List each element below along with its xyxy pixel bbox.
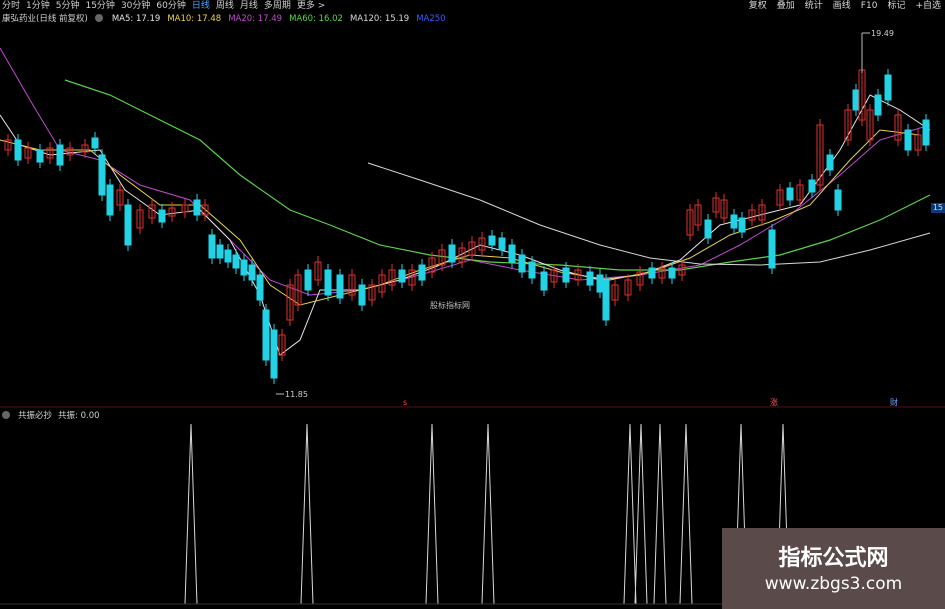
candle-body (336, 274, 344, 299)
site-watermark-title: 指标公式网 (778, 546, 889, 571)
candle-body (91, 137, 99, 149)
candle-body (826, 154, 834, 171)
signal-spike (425, 423, 439, 605)
candle-body (808, 179, 816, 193)
candle-body (488, 235, 496, 246)
candle-body (418, 264, 426, 281)
event-marker-1[interactable]: 涨 (770, 397, 778, 408)
candle-body (904, 129, 912, 151)
event-marker-2[interactable]: 财 (890, 397, 898, 408)
center-watermark: 股标指标网 (430, 301, 470, 310)
candle-body (648, 267, 656, 279)
candle-body (874, 94, 882, 116)
candle-body (884, 74, 892, 101)
candle-body (14, 139, 22, 161)
site-watermark-url: www.zbgs3.com (764, 574, 903, 594)
candle-body (398, 269, 406, 283)
candle-body (834, 189, 842, 211)
candle-body (262, 309, 270, 361)
candle-body (768, 229, 776, 269)
sub-settings-icon[interactable] (2, 410, 12, 422)
sub-indicator-value: 共振: 0.00 (58, 411, 100, 421)
candle-body (240, 259, 248, 276)
candle-body (596, 274, 604, 293)
current-price-tag: 15 (930, 203, 945, 213)
signal-spike (679, 423, 693, 605)
candle-body (852, 89, 860, 111)
candle-body (738, 217, 746, 233)
candle-body (304, 269, 312, 291)
candle-body (208, 234, 216, 259)
low-price-label: 11.85 (285, 390, 308, 399)
candle-body (158, 209, 166, 223)
candle-body (730, 214, 738, 229)
candle-body (256, 274, 264, 301)
candle-body (324, 269, 332, 296)
candle-body (528, 261, 536, 279)
signal-spike (300, 423, 314, 605)
candle-body (124, 204, 132, 246)
event-marker-3[interactable]: s (403, 398, 407, 407)
candle-body (358, 284, 366, 306)
high-price-label: 19.49 (871, 29, 894, 38)
candle-body (36, 149, 44, 163)
sub-indicator-name[interactable]: 共振必抄 (18, 410, 52, 422)
candle-body (586, 271, 594, 286)
ma60-line (64, 79, 931, 271)
candle-body (216, 244, 224, 259)
signal-spike (623, 423, 637, 605)
candle-body (448, 244, 456, 263)
candle-body (562, 267, 570, 283)
candle-body (248, 264, 256, 281)
candle-body (56, 144, 64, 166)
candle-body (668, 267, 676, 279)
candle-body (98, 154, 106, 196)
candle-body (232, 254, 240, 269)
ma10-line (0, 129, 921, 306)
candle-body (922, 119, 930, 146)
candle-body (193, 199, 201, 216)
sub-legend: 共振必抄 共振: 0.00 (2, 410, 100, 422)
candle-body (786, 187, 794, 201)
candle-body (540, 271, 548, 291)
candle-body (224, 249, 232, 263)
signal-spike (184, 423, 198, 605)
candle-body (508, 244, 516, 263)
candle-body (518, 254, 526, 273)
signal-spike (481, 423, 495, 605)
site-watermark: 指标公式网 www.zbgs3.com (722, 528, 945, 609)
signal-spike (653, 423, 667, 605)
signal-spike (634, 423, 648, 605)
candle-body (602, 279, 610, 321)
candle-body (106, 184, 114, 216)
candle-body (270, 329, 278, 379)
candle-body (498, 237, 506, 251)
candle-body (704, 219, 712, 239)
kline-chart[interactable]: 19.49 11.85 (0, 0, 945, 609)
